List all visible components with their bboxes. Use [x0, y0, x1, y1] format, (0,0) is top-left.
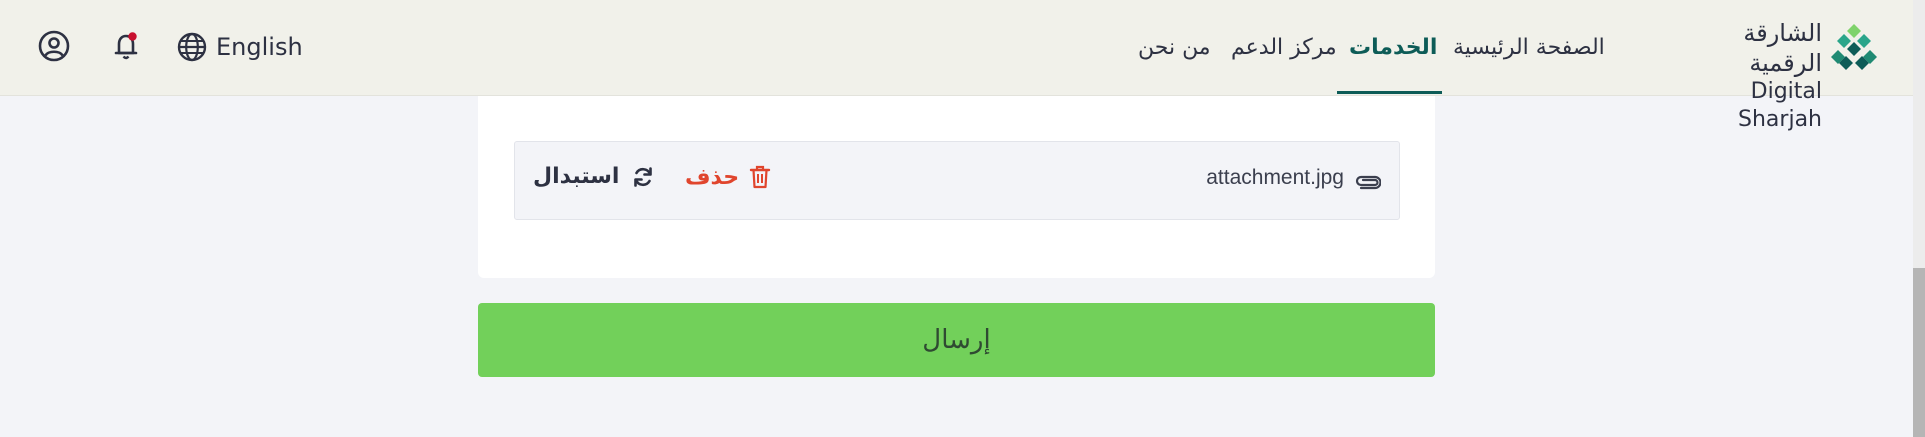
attachment-file-name: attachment.jpg [1206, 166, 1344, 189]
brand-wordmark[interactable]: الشارقة الرقمية Digital Sharjah [1672, 18, 1822, 134]
nav-home-label: الصفحة الرئيسية [1453, 35, 1605, 60]
delete-button[interactable]: حذف [685, 164, 771, 190]
nav-support-label: مركز الدعم [1231, 35, 1337, 60]
replace-button[interactable]: استبدال [533, 164, 655, 189]
active-tab-indicator [1337, 91, 1442, 94]
digital-sharjah-logo[interactable] [1830, 22, 1878, 72]
nav-about[interactable]: من نحن [1138, 0, 1211, 95]
brand-english-name: Digital Sharjah [1738, 79, 1822, 132]
language-switcher[interactable]: English [176, 27, 303, 67]
submit-button[interactable]: إرسال [478, 303, 1435, 377]
notification-bell-icon[interactable] [108, 28, 144, 64]
attachment-row: استبدال حذف attachment.jpg [514, 141, 1400, 220]
language-label: English [216, 33, 303, 61]
top-navigation-bar: English من نحن مركز الدعم الخدمات الصفحة… [0, 0, 1925, 132]
brand-arabic-name: الشارقة الرقمية [1743, 19, 1822, 77]
nav-about-label: من نحن [1138, 35, 1211, 60]
user-profile-icon[interactable] [36, 28, 72, 64]
nav-services-label: الخدمات [1349, 35, 1438, 60]
paperclip-icon [1355, 175, 1381, 190]
nav-services[interactable]: الخدمات [1349, 0, 1437, 95]
replace-label: استبدال [533, 164, 620, 189]
delete-label: حذف [685, 164, 740, 190]
submit-label: إرسال [922, 325, 991, 355]
nav-home[interactable]: الصفحة الرئيسية [1453, 0, 1605, 95]
scrollbar-thumb[interactable] [1913, 268, 1925, 437]
nav-support-center[interactable]: مركز الدعم [1231, 0, 1337, 95]
trash-icon [749, 165, 771, 189]
refresh-icon [634, 166, 653, 187]
globe-icon [177, 32, 207, 62]
